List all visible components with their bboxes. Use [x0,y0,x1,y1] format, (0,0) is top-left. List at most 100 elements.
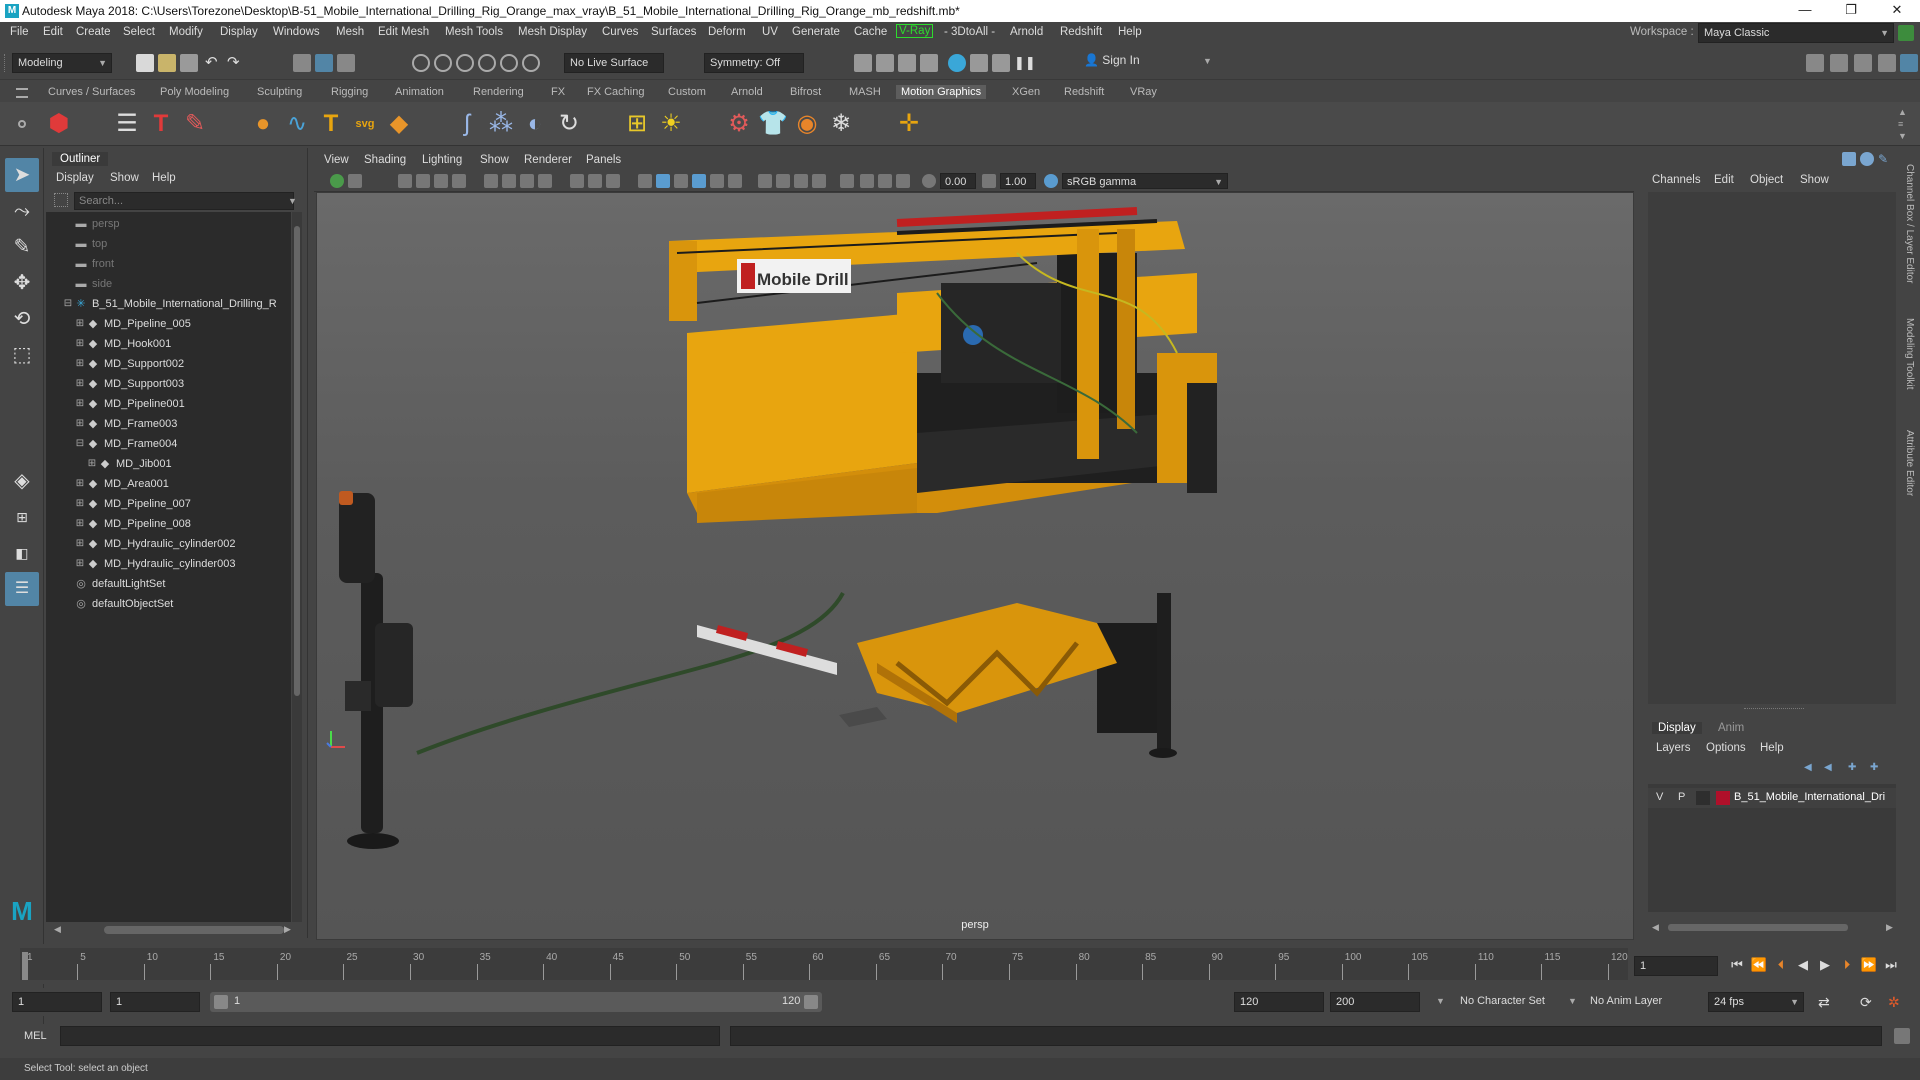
locator-icon[interactable]: ✛ [894,109,924,139]
outliner-item[interactable]: ⊞ ◆ MD_Pipeline_007 [46,494,291,514]
viewport-menu-renderer[interactable]: Renderer [524,154,572,166]
outliner-item[interactable]: ⊞ ◆ MD_Hydraulic_cylinder002 [46,534,291,554]
select-component-icon[interactable] [337,54,355,72]
expand-icon[interactable]: ⊞ [74,354,86,374]
text-icon[interactable]: T [146,109,176,139]
symmetry-dropdown[interactable]: Symmetry: Off [704,53,804,73]
snap-plane-icon[interactable] [478,54,496,72]
tab-vray[interactable]: VRay [1130,86,1157,98]
four-view-layout-icon[interactable]: ⊞ [5,500,39,534]
command-input[interactable] [60,1026,720,1046]
animation-end-field[interactable]: 200 [1330,992,1420,1012]
minimize-button[interactable]: — [1782,0,1828,22]
menu-mesh-tools[interactable]: Mesh Tools [445,26,503,38]
pause-icon[interactable]: ❚❚ [1014,54,1036,72]
layers-menu-options[interactable]: Options [1706,742,1746,754]
menu-surfaces[interactable]: Surfaces [651,26,696,38]
side-by-side-layout-icon[interactable]: ◧ [5,536,39,570]
tab-animation[interactable]: Animation [395,86,444,98]
animation-preferences-icon[interactable]: ✲ [1888,994,1900,1011]
play-forwards-icon[interactable]: ▶ [1816,956,1834,974]
expand-icon[interactable]: ⊞ [74,474,86,494]
auto-key-icon[interactable]: ⟳ [1860,994,1872,1011]
outliner-search-input[interactable]: Search... [74,192,294,210]
menu-select[interactable]: Select [123,26,155,38]
paint-icon[interactable]: ✎ [180,109,210,139]
side-tab-attribute-editor[interactable]: Attribute Editor [1904,430,1915,496]
layers-menu-layers[interactable]: Layers [1656,742,1691,754]
attribute-editor-icon[interactable] [1830,54,1848,72]
color-management-icon[interactable] [1044,174,1058,188]
tab-fx[interactable]: FX [551,86,565,98]
menu-edit-mesh[interactable]: Edit Mesh [378,26,429,38]
snowflake-icon[interactable]: ❄ [826,109,856,139]
outliner-vertical-scrollbar[interactable] [292,212,302,922]
outliner-item[interactable]: ⊞ ◆ MD_Hydraulic_cylinder003 [46,554,291,574]
outliner-item[interactable]: ◎ defaultLightSet [46,574,291,594]
grid-toggle-icon[interactable] [484,174,498,188]
expand-icon[interactable]: ⊞ [74,334,86,354]
2d-pan-zoom-icon[interactable] [434,174,448,188]
scroll-right-icon[interactable]: ▶ [284,924,291,935]
outliner-layout-icon[interactable]: ☰ [5,572,39,606]
vray-render-icon[interactable] [948,54,966,72]
maximize-button[interactable]: ❐ [1828,0,1874,22]
sun-icon[interactable]: ☀ [656,109,686,139]
filter-icon[interactable] [54,193,68,207]
step-back-frame-icon[interactable]: ⏪ [1750,956,1768,974]
snap-grid-icon[interactable] [412,54,430,72]
open-scene-icon[interactable] [158,54,176,72]
menu-help[interactable]: Help [1118,26,1142,38]
scale-tool-icon[interactable]: ⬚ [5,338,39,372]
shelf-scroll-arrows[interactable]: ▲ ≡ ▼ [1898,106,1908,142]
step-forward-frame-icon[interactable]: ⏩ [1860,956,1878,974]
outliner-item[interactable]: ▬ side [46,274,291,294]
character-set-field[interactable]: No Character Set [1460,995,1545,1007]
layer-playback-toggle[interactable]: P [1678,791,1685,803]
outliner-item[interactable]: ⊟ ◆ MD_Frame004 [46,434,291,454]
outliner-item[interactable]: ⊞ ◆ MD_Area001 [46,474,291,494]
range-slider[interactable]: 1 120 [210,992,822,1012]
expand-icon[interactable]: ⊞ [74,534,86,554]
lasso-tool-icon[interactable]: ⤳ [5,194,39,228]
menu-redshift[interactable]: Redshift [1060,26,1102,38]
redo-icon[interactable]: ↷ [227,54,245,72]
bookmark-icon[interactable] [398,174,412,188]
ambient-occlusion-icon[interactable] [758,174,772,188]
image-plane-icon[interactable] [416,174,430,188]
scatter-icon[interactable]: ⁂ [486,109,516,139]
outliner-menu-display[interactable]: Display [56,172,94,184]
range-end-handle[interactable] [804,995,818,1009]
step-back-key-icon[interactable]: ⏴ [1772,956,1790,974]
menu-display[interactable]: Display [220,26,258,38]
layers-menu-help[interactable]: Help [1760,742,1784,754]
undo-icon[interactable]: ↶ [205,54,223,72]
panel-resize-handle[interactable] [1744,708,1804,712]
sign-in-button[interactable]: 👤 Sign In ▼ [1084,53,1212,67]
outliner-horizontal-scrollbar[interactable] [104,926,284,934]
render-frame-icon[interactable] [854,54,872,72]
expand-icon[interactable]: ⊞ [74,514,86,534]
mode-dropdown[interactable]: Modeling ▼ [12,53,112,73]
new-layer-selected-icon[interactable]: ✚ [1870,762,1882,774]
outliner-item[interactable]: ⊞ ◆ MD_Pipeline_008 [46,514,291,534]
script-editor-icon[interactable] [1894,1028,1910,1044]
text-tool-icon[interactable]: T [316,109,346,139]
color-space-dropdown[interactable]: sRGB gamma ▼ [1062,173,1228,189]
close-button[interactable]: ✕ [1874,0,1920,22]
collapse-icon[interactable]: ⊟ [62,294,74,314]
snap-point-icon[interactable] [456,54,474,72]
tab-custom[interactable]: Custom [668,86,706,98]
tab-motion-graphics[interactable]: Motion Graphics [896,85,987,99]
tentacle-icon[interactable]: ʃ [452,109,482,139]
outliner-item[interactable]: ⊞ ◆ MD_Jib001 [46,454,291,474]
step-forward-key-icon[interactable]: ⏵ [1838,956,1856,974]
vray-ipr-icon[interactable] [992,54,1010,72]
move-tool-icon[interactable]: ✥ [5,266,39,300]
animation-start-field[interactable]: 1 [12,992,102,1012]
exposure-field[interactable]: 0.00 [940,173,976,189]
menu-uv[interactable]: UV [762,26,778,38]
tool-settings-icon[interactable] [1854,54,1872,72]
gamma-icon[interactable] [982,174,996,188]
new-layer-icon[interactable]: ✚ [1848,762,1860,774]
